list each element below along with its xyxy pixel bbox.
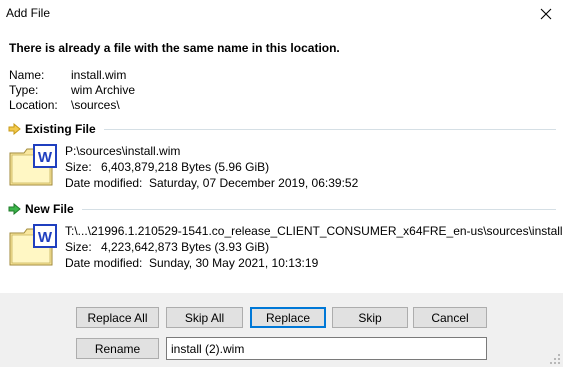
existing-date-label: Date modified: xyxy=(65,176,143,190)
rename-field[interactable] xyxy=(166,337,487,360)
existing-size-value: 6,403,879,218 Bytes (5.96 GiB) xyxy=(101,160,270,174)
existing-date-row: Date modified: Saturday, 07 December 2019… xyxy=(65,175,358,191)
cancel-button[interactable]: Cancel xyxy=(413,307,487,328)
arrow-right-icon xyxy=(8,203,21,215)
conflict-headline: There is already a file with the same na… xyxy=(9,41,340,55)
svg-text:W: W xyxy=(38,229,53,246)
name-label: Name: xyxy=(9,68,45,82)
existing-file-details: P:\sources\install.wim Size: 6,403,879,21… xyxy=(65,143,358,191)
button-bar: Replace All Skip All Replace Skip Cancel… xyxy=(0,293,563,367)
existing-size-label: Size: xyxy=(65,160,92,174)
name-row: Name: install.wim xyxy=(9,68,126,82)
skip-all-button[interactable]: Skip All xyxy=(166,307,243,328)
new-date-label: Date modified: xyxy=(65,256,143,270)
new-file-path: T:\...\21996.1.210529-1541.co_release_CL… xyxy=(65,224,563,238)
new-size-value: 4,223,642,873 Bytes (3.93 GiB) xyxy=(101,240,270,254)
title-bar: Add File xyxy=(0,0,563,28)
new-file-title: New File xyxy=(25,202,74,216)
existing-date-value: Saturday, 07 December 2019, 06:39:52 xyxy=(149,176,359,190)
existing-file-title: Existing File xyxy=(25,122,96,136)
existing-file-block: W P:\sources\install.wim Size: 6,403,879,… xyxy=(8,143,558,191)
type-label: Type: xyxy=(9,83,39,97)
rename-button[interactable]: Rename xyxy=(76,338,159,359)
new-file-block: W T:\...\21996.1.210529-1541.co_release_… xyxy=(8,223,563,271)
location-value: \sources\ xyxy=(71,98,120,112)
new-file-details: T:\...\21996.1.210529-1541.co_release_CL… xyxy=(65,223,563,271)
wim-archive-icon: W xyxy=(9,144,57,186)
type-row: Type: wim Archive xyxy=(9,83,135,97)
wim-archive-icon: W xyxy=(9,224,57,266)
replace-all-button[interactable]: Replace All xyxy=(76,307,159,328)
new-size-label: Size: xyxy=(65,240,92,254)
dialog-content: There is already a file with the same na… xyxy=(0,28,563,293)
dialog-title: Add File xyxy=(6,6,51,20)
existing-file-header: Existing File xyxy=(8,122,556,136)
skip-button[interactable]: Skip xyxy=(332,307,408,328)
svg-text:W: W xyxy=(38,149,53,166)
close-icon xyxy=(540,8,552,20)
new-date-row: Date modified: Sunday, 30 May 2021, 10:13… xyxy=(65,255,563,271)
new-file-header: New File xyxy=(8,202,556,216)
add-file-dialog: Add File There is already a file with th… xyxy=(0,0,563,367)
arrow-right-icon xyxy=(8,123,21,135)
section-divider xyxy=(103,128,556,130)
existing-size-row: Size: 6,403,879,218 Bytes (5.96 GiB) xyxy=(65,159,358,175)
existing-file-path: P:\sources\install.wim xyxy=(65,144,181,158)
close-button[interactable] xyxy=(529,0,563,28)
location-label: Location: xyxy=(9,98,58,112)
replace-button[interactable]: Replace xyxy=(250,307,326,328)
location-row: Location: \sources\ xyxy=(9,98,120,112)
new-date-value: Sunday, 30 May 2021, 10:13:19 xyxy=(149,256,319,270)
resize-grip-icon[interactable] xyxy=(549,353,561,365)
section-divider xyxy=(81,208,556,210)
name-value: install.wim xyxy=(71,68,127,82)
type-value: wim Archive xyxy=(71,83,136,97)
new-size-row: Size: 4,223,642,873 Bytes (3.93 GiB) xyxy=(65,239,563,255)
